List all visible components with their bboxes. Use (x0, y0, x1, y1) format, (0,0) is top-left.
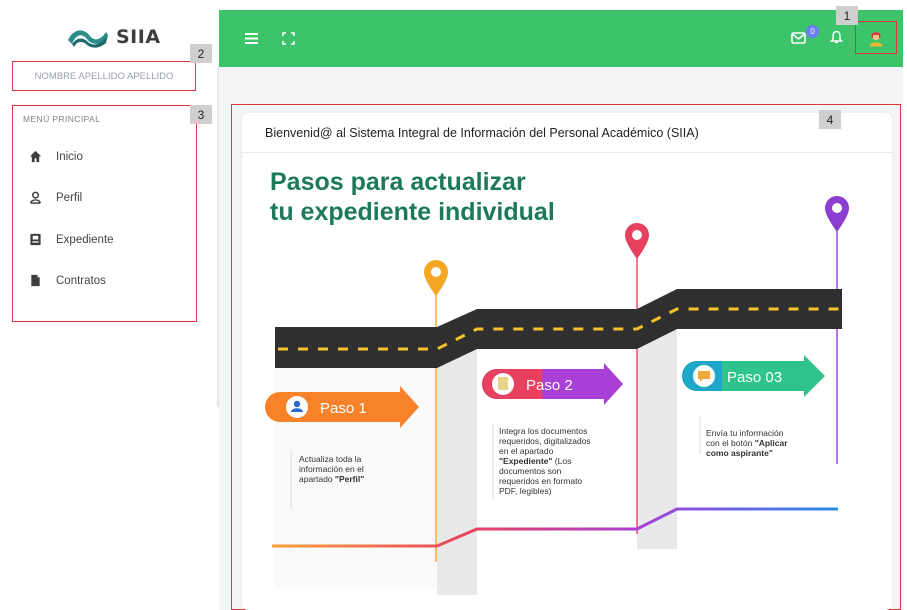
user-name-box: NOMBRE APELLIDO APELLIDO (12, 61, 196, 91)
file-icon (31, 274, 40, 287)
main-menu: MENÚ PRINCIPAL Inicio Perfil Expediente … (12, 105, 197, 322)
step1-label: Paso 1 (320, 400, 367, 417)
home-icon (29, 150, 42, 163)
fullscreen-icon[interactable] (282, 32, 295, 45)
annotation-4: 4 (819, 110, 841, 129)
siia-logo[interactable]: SIIA (66, 26, 161, 48)
welcome-card: Bienvenid@ al Sistema Integral de Inform… (242, 110, 892, 610)
step3-label: Paso 03 (727, 369, 782, 386)
menu-item-label: Inicio (56, 150, 83, 163)
step2-label: Paso 2 (526, 377, 573, 394)
avatar[interactable] (863, 24, 889, 51)
sidebar: SIIA NOMBRE APELLIDO APELLIDO 2 MENÚ PRI… (0, 0, 217, 610)
menu-title: MENÚ PRINCIPAL (23, 114, 101, 124)
annotation-1: 1 (836, 6, 858, 25)
menu-item-label: Perfil (56, 191, 83, 204)
user-avatar-icon (869, 31, 883, 46)
pin-purple-icon (825, 196, 849, 232)
infographic-heading-line1: Pasos para actualizar (270, 168, 526, 196)
notification-count-badge: 0 (806, 25, 819, 38)
user-name: NOMBRE APELLIDO APELLIDO (34, 70, 174, 82)
document-icon (498, 377, 508, 390)
menu-item-label: Contratos (56, 274, 106, 287)
pin-red-icon (625, 223, 649, 259)
annotation-2: 2 (190, 44, 212, 63)
annotation-3: 3 (190, 105, 212, 124)
steps-infographic: Pasos para actualizar tu expediente indi… (265, 168, 849, 595)
infographic-heading-line2: tu expediente individual (270, 198, 555, 226)
road-pillar (437, 349, 477, 595)
card-title: Bienvenid@ al Sistema Integral de Inform… (242, 113, 892, 153)
hamburger-icon[interactable] (245, 33, 258, 44)
menu-item-label: Expediente (56, 233, 114, 246)
menu-item-expediente[interactable]: Expediente (29, 233, 114, 246)
menu-item-contratos[interactable]: Contratos (29, 274, 106, 287)
bell-icon[interactable] (830, 30, 843, 45)
user-icon (293, 400, 301, 408)
user-icon (30, 191, 41, 204)
step1-description: Actualiza toda la información en el apar… (299, 454, 366, 484)
step3-description: Envía tu información con el botón "Aplic… (706, 428, 790, 458)
user-menu-box[interactable] (855, 21, 897, 54)
mail-icon[interactable] (791, 32, 806, 44)
step2-description: Integra los documentos requeridos, digit… (499, 426, 593, 496)
logo-text: SIIA (116, 26, 161, 48)
pin-yellow-icon (424, 260, 448, 296)
siia-logo-icon (68, 30, 108, 48)
menu-item-inicio[interactable]: Inicio (29, 150, 83, 163)
menu-item-perfil[interactable]: Perfil (29, 191, 82, 204)
id-card-icon (30, 233, 41, 246)
